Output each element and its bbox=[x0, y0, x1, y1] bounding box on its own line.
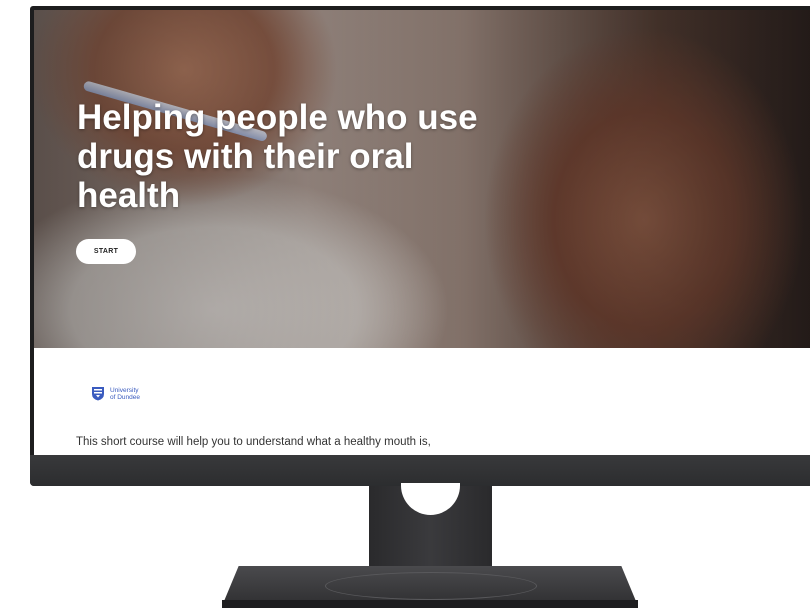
course-intro-section: University of Dundee This short course w… bbox=[34, 348, 810, 455]
university-name: University of Dundee bbox=[110, 387, 170, 401]
university-logo[interactable]: University of Dundee bbox=[91, 386, 170, 401]
logo-line-2: of Dundee bbox=[110, 393, 140, 401]
start-button[interactable]: START bbox=[76, 239, 136, 264]
stand-base-ring bbox=[325, 572, 537, 600]
monitor-chin bbox=[30, 455, 810, 486]
logo-line-1: University bbox=[110, 386, 139, 394]
hero-title: Helping people who use drugs with their … bbox=[77, 98, 478, 215]
intro-text: This short course will help you to under… bbox=[76, 436, 431, 448]
screen: Helping people who use drugs with their … bbox=[34, 10, 810, 455]
stand-base-edge bbox=[222, 600, 638, 608]
university-crest-icon bbox=[92, 387, 104, 401]
